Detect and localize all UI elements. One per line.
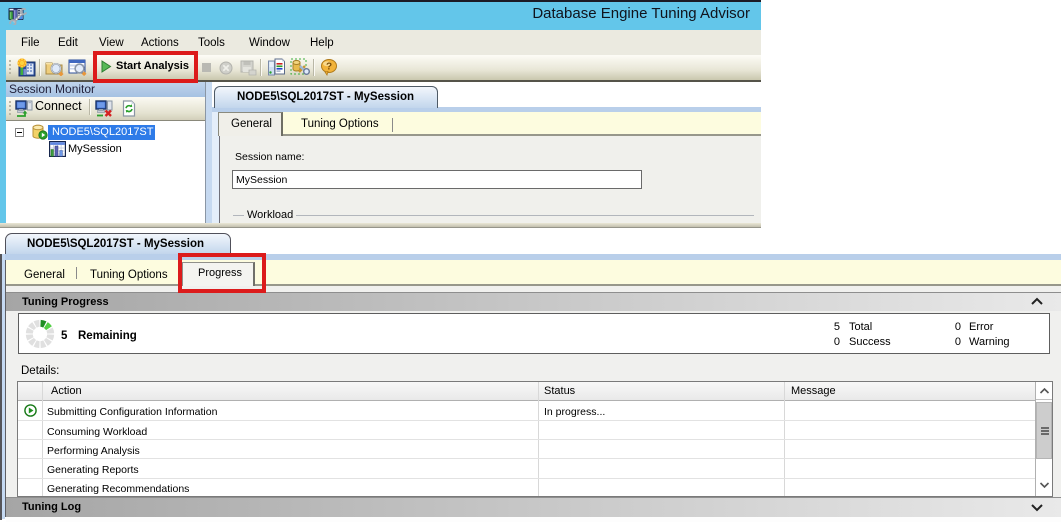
- svg-text:?: ?: [326, 62, 332, 73]
